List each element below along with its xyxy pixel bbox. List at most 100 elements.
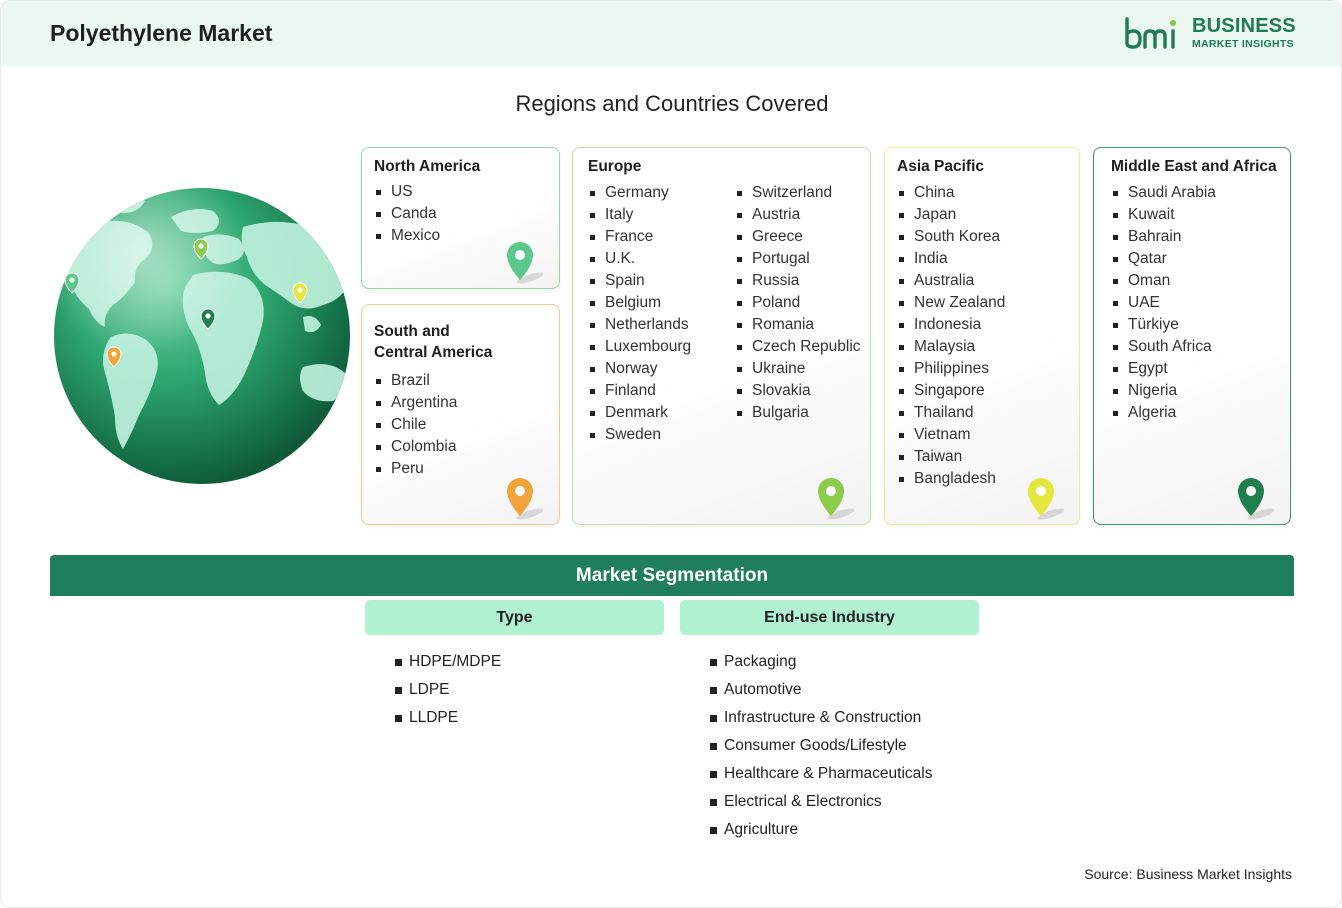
list-item: Slovakia: [736, 380, 861, 402]
region-card-asia-pacific: Asia Pacific China Japan South Korea Ind…: [884, 147, 1080, 525]
list-item: LLDPE: [395, 704, 501, 732]
list-item: Türkiye: [1112, 314, 1216, 336]
segment-heading-type: Type: [365, 600, 664, 635]
location-pin-icon: [1028, 478, 1065, 520]
list-item: Nigeria: [1112, 380, 1216, 402]
list-item: Taiwan: [898, 446, 1005, 468]
region-card-middle-east-africa: Middle East and Africa Saudi Arabia Kuwa…: [1093, 147, 1291, 525]
list-item: HDPE/MDPE: [395, 648, 501, 676]
list-item: Healthcare & Pharmaceuticals: [710, 760, 933, 788]
page-title: Polyethylene Market: [50, 20, 273, 46]
list-item: Electrical & Electronics: [710, 788, 933, 816]
page-frame: Polyethylene Market BUSINESS MARKET INSI…: [0, 0, 1342, 908]
list-item: South Africa: [1112, 336, 1216, 358]
list-item: Consumer Goods/Lifestyle: [710, 732, 933, 760]
list-item: Brazil: [375, 370, 457, 392]
list-item: South Korea: [898, 226, 1005, 248]
list-item: Malaysia: [898, 336, 1005, 358]
logo-text-market-insights: MARKET INSIGHTS: [1192, 38, 1294, 50]
list-item: Infrastructure & Construction: [710, 704, 933, 732]
list-item: Denmark: [589, 402, 691, 424]
list-item: Sweden: [589, 424, 691, 446]
list-item: US: [375, 181, 440, 203]
region-card-north-america: North America US Canda Mexico: [361, 147, 560, 289]
region-name: Middle East and Africa: [1111, 158, 1277, 175]
location-pin-icon: [507, 478, 544, 520]
region-card-europe: Europe Germany Italy France U.K. Spain B…: [572, 147, 871, 525]
list-item: Portugal: [736, 248, 861, 270]
segmentation-title: Market Segmentation: [50, 555, 1294, 596]
list-item: Germany: [589, 182, 691, 204]
region-name: South and Central America: [374, 321, 492, 363]
list-item: Finland: [589, 380, 691, 402]
list-item: Poland: [736, 292, 861, 314]
country-list: US Canda Mexico: [375, 181, 440, 247]
list-item: New Zealand: [898, 292, 1005, 314]
country-list: Brazil Argentina Chile Colombia Peru: [375, 370, 457, 480]
list-item: Spain: [589, 270, 691, 292]
list-item: Kuwait: [1112, 204, 1216, 226]
list-item: Qatar: [1112, 248, 1216, 270]
list-item: Australia: [898, 270, 1005, 292]
location-pin-icon: [1238, 478, 1275, 520]
region-name: Europe: [588, 158, 642, 175]
list-item: China: [898, 182, 1005, 204]
list-item: Algeria: [1112, 402, 1216, 424]
region-name-line1: South and: [374, 323, 450, 340]
list-item: Peru: [375, 458, 457, 480]
country-list: China Japan South Korea India Australia …: [898, 182, 1005, 490]
list-item: Romania: [736, 314, 861, 336]
region-name-line2: Central America: [374, 344, 493, 361]
region-name: Asia Pacific: [897, 158, 985, 175]
list-item: France: [589, 226, 691, 248]
list-item: Thailand: [898, 402, 1005, 424]
list-item: LDPE: [395, 676, 501, 704]
list-item: U.K.: [589, 248, 691, 270]
logo-text-business: BUSINESS: [1192, 15, 1296, 37]
globe-map-icon: [53, 187, 351, 485]
country-list: Saudi Arabia Kuwait Bahrain Qatar Oman U…: [1112, 182, 1216, 424]
list-item: Bangladesh: [898, 468, 1005, 490]
list-item: Indonesia: [898, 314, 1005, 336]
list-item: Oman: [1112, 270, 1216, 292]
list-item: Packaging: [710, 648, 933, 676]
location-pin-icon: [818, 478, 855, 520]
location-pin-icon: [507, 242, 544, 284]
region-name: North America: [374, 158, 481, 175]
list-item: Saudi Arabia: [1112, 182, 1216, 204]
list-item: Russia: [736, 270, 861, 292]
list-item: Italy: [589, 204, 691, 226]
segment-list-type: HDPE/MDPE LDPE LLDPE: [395, 648, 501, 732]
segment-list-end-use: Packaging Automotive Infrastructure & Co…: [710, 648, 933, 844]
country-list-col2: Switzerland Austria Greece Portugal Russ…: [736, 182, 861, 424]
header-bar: Polyethylene Market BUSINESS MARKET INSI…: [1, 1, 1341, 66]
regions-title: Regions and Countries Covered: [515, 91, 829, 116]
list-item: Belgium: [589, 292, 691, 314]
list-item: Canda: [375, 203, 440, 225]
list-item: Bulgaria: [736, 402, 861, 424]
list-item: Colombia: [375, 436, 457, 458]
list-item: Egypt: [1112, 358, 1216, 380]
region-card-south-central-america: South and Central America Brazil Argenti…: [361, 304, 560, 525]
country-list-col1: Germany Italy France U.K. Spain Belgium …: [589, 182, 691, 446]
list-item: Philippines: [898, 358, 1005, 380]
list-item: India: [898, 248, 1005, 270]
list-item: Bahrain: [1112, 226, 1216, 248]
list-item: Czech Republic: [736, 336, 861, 358]
source-note: Source: Business Market Insights: [1084, 866, 1292, 882]
list-item: Agriculture: [710, 816, 933, 844]
list-item: UAE: [1112, 292, 1216, 314]
list-item: Ukraine: [736, 358, 861, 380]
segment-heading-end-use: End-use Industry: [680, 600, 979, 635]
bmi-logo-icon: [1125, 17, 1176, 49]
list-item: Singapore: [898, 380, 1005, 402]
list-item: Mexico: [375, 225, 440, 247]
list-item: Greece: [736, 226, 861, 248]
list-item: Austria: [736, 204, 861, 226]
list-item: Vietnam: [898, 424, 1005, 446]
list-item: Japan: [898, 204, 1005, 226]
list-item: Chile: [375, 414, 457, 436]
list-item: Argentina: [375, 392, 457, 414]
list-item: Automotive: [710, 676, 933, 704]
bmi-logo: BUSINESS MARKET INSIGHTS: [1123, 15, 1296, 53]
